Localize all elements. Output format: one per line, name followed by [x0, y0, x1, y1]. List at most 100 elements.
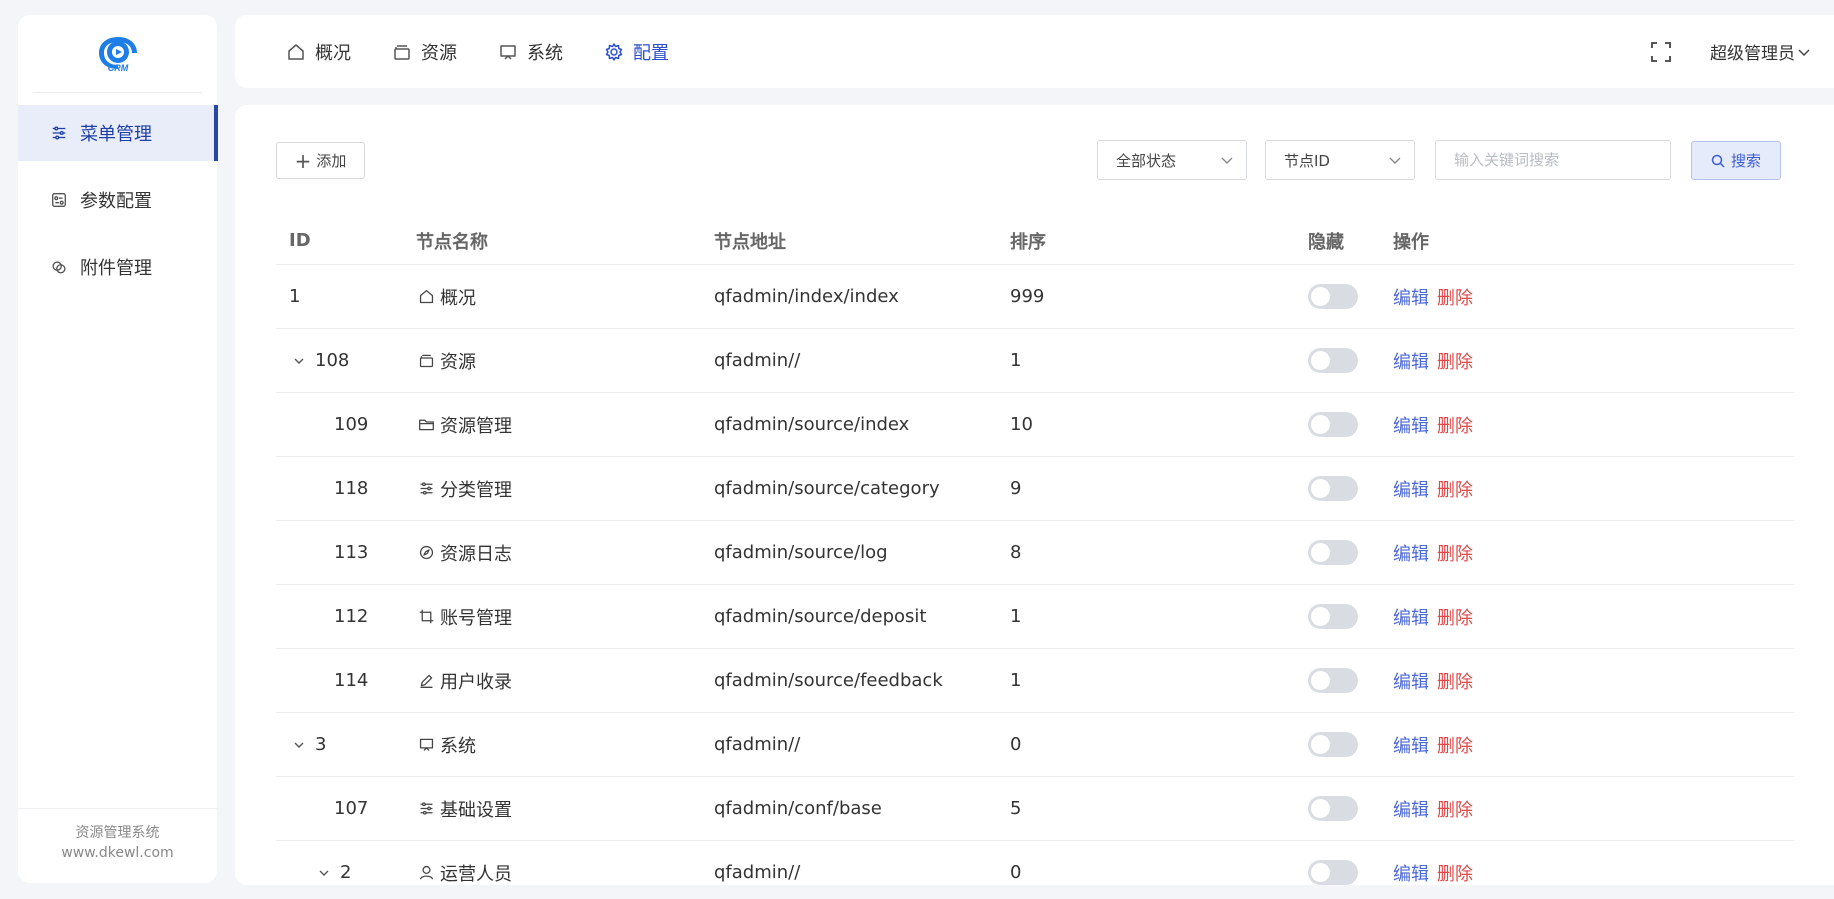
cell-actions: 编辑 删除 [1380, 520, 1794, 585]
row-name: 系统 [440, 735, 476, 757]
top-nav-item-3[interactable]: 配置 [603, 39, 669, 65]
add-button[interactable]: + 添加 [276, 142, 365, 179]
fullscreen-button[interactable] [1648, 39, 1674, 65]
edit-link[interactable]: 编辑 [1393, 416, 1429, 437]
top-nav-label: 系统 [527, 42, 563, 64]
cell-actions: 编辑 删除 [1380, 648, 1794, 713]
cell-sort: 1 [997, 328, 1295, 393]
compass-icon [416, 543, 436, 563]
inbox-icon [416, 351, 436, 371]
cell-id: 107 [276, 776, 403, 841]
hidden-toggle[interactable] [1308, 668, 1358, 693]
delete-link[interactable]: 删除 [1437, 544, 1473, 565]
edit-link[interactable]: 编辑 [1393, 480, 1429, 501]
expand-toggle[interactable] [289, 351, 309, 371]
search-input[interactable] [1435, 140, 1671, 180]
cell-actions: 编辑 删除 [1380, 840, 1794, 885]
cell-sort: 0 [997, 712, 1295, 777]
cell-id: 1 [276, 264, 403, 329]
hidden-toggle[interactable] [1308, 348, 1358, 373]
cell-node-path: qfadmin// [701, 712, 997, 777]
delete-link[interactable]: 删除 [1437, 864, 1473, 885]
cell-hidden [1295, 776, 1380, 841]
row-path: qfadmin/source/log [714, 542, 888, 563]
edit-icon [416, 671, 436, 691]
table-row: 1 概况 qfadmin/index/index 999 编辑 删除 [276, 264, 1794, 329]
search-button[interactable]: 搜索 [1691, 141, 1781, 180]
delete-link[interactable]: 删除 [1437, 608, 1473, 629]
row-sort: 10 [1010, 414, 1033, 435]
expand-toggle[interactable] [314, 863, 334, 883]
cell-actions: 编辑 删除 [1380, 712, 1794, 777]
cell-hidden [1295, 584, 1380, 649]
hidden-toggle[interactable] [1308, 604, 1358, 629]
cell-hidden [1295, 648, 1380, 713]
hidden-toggle[interactable] [1308, 540, 1358, 565]
cell-node-name: 系统 [403, 712, 701, 777]
hidden-toggle[interactable] [1308, 412, 1358, 437]
status-select-value: 全部状态 [1116, 151, 1177, 170]
row-id: 108 [315, 350, 350, 371]
user-menu[interactable]: 超级管理员 [1710, 39, 1834, 64]
table-header-row: ID 节点名称 节点地址 排序 隐藏 操作 [276, 217, 1794, 265]
sidebar-item-1[interactable]: 参数配置 [18, 172, 217, 228]
delete-link[interactable]: 删除 [1437, 672, 1473, 693]
cell-node-name: 运营人员 [403, 840, 701, 885]
cell-id: 113 [276, 520, 403, 585]
sidebar-item-0[interactable]: 菜单管理 [18, 105, 218, 161]
hidden-toggle[interactable] [1308, 796, 1358, 821]
cell-node-name: 基础设置 [403, 776, 701, 841]
expand-toggle[interactable] [289, 735, 309, 755]
row-name: 账号管理 [440, 607, 512, 629]
cell-node-name: 资源 [403, 328, 701, 393]
hidden-toggle[interactable] [1308, 860, 1358, 885]
delete-link[interactable]: 删除 [1437, 288, 1473, 309]
edit-link[interactable]: 编辑 [1393, 800, 1429, 821]
folder-icon [416, 415, 436, 435]
edit-link[interactable]: 编辑 [1393, 672, 1429, 693]
chevron-down-icon [319, 870, 329, 876]
status-select[interactable]: 全部状态 [1097, 140, 1247, 180]
cell-actions: 编辑 删除 [1380, 776, 1794, 841]
sidebar-item-2[interactable]: 附件管理 [18, 239, 217, 295]
chevron-down-icon [1798, 48, 1810, 56]
edit-link[interactable]: 编辑 [1393, 736, 1429, 757]
row-name: 分类管理 [440, 479, 512, 501]
sidebar-item-label: 菜单管理 [80, 124, 152, 145]
cell-actions: 编辑 删除 [1380, 456, 1794, 521]
edit-link[interactable]: 编辑 [1393, 864, 1429, 885]
delete-link[interactable]: 删除 [1437, 480, 1473, 501]
hidden-toggle[interactable] [1308, 732, 1358, 757]
user-name: 超级管理员 [1710, 44, 1795, 64]
cell-hidden [1295, 456, 1380, 521]
node-select-value: 节点ID [1284, 151, 1330, 170]
sliders-icon [416, 799, 436, 819]
top-nav-label: 资源 [421, 42, 457, 64]
hidden-toggle[interactable] [1308, 476, 1358, 501]
footer-website: www.dkewl.com [61, 845, 174, 861]
crm-logo[interactable]: CRM [95, 35, 141, 73]
hidden-toggle[interactable] [1308, 284, 1358, 309]
row-path: qfadmin/source/deposit [714, 606, 927, 627]
edit-link[interactable]: 编辑 [1393, 288, 1429, 309]
top-nav-item-2[interactable]: 系统 [497, 39, 563, 65]
table-row: 118 分类管理 qfadmin/source/category 9 编辑 删除 [276, 456, 1794, 521]
table-row: 107 基础设置 qfadmin/conf/base 5 编辑 删除 [276, 776, 1794, 841]
row-id: 2 [340, 862, 352, 883]
row-name: 概况 [440, 287, 476, 309]
delete-link[interactable]: 删除 [1437, 352, 1473, 373]
node-id-select[interactable]: 节点ID [1265, 140, 1415, 180]
delete-link[interactable]: 删除 [1437, 800, 1473, 821]
top-nav-item-0[interactable]: 概况 [285, 39, 351, 65]
edit-link[interactable]: 编辑 [1393, 352, 1429, 373]
row-id: 118 [334, 478, 369, 499]
delete-link[interactable]: 删除 [1437, 416, 1473, 437]
cell-sort: 8 [997, 520, 1295, 585]
top-nav-item-1[interactable]: 资源 [391, 39, 457, 65]
edit-link[interactable]: 编辑 [1393, 608, 1429, 629]
row-path: qfadmin// [714, 350, 801, 371]
edit-link[interactable]: 编辑 [1393, 544, 1429, 565]
cell-id: 114 [276, 648, 403, 713]
monitor-icon [497, 41, 519, 63]
delete-link[interactable]: 删除 [1437, 736, 1473, 757]
